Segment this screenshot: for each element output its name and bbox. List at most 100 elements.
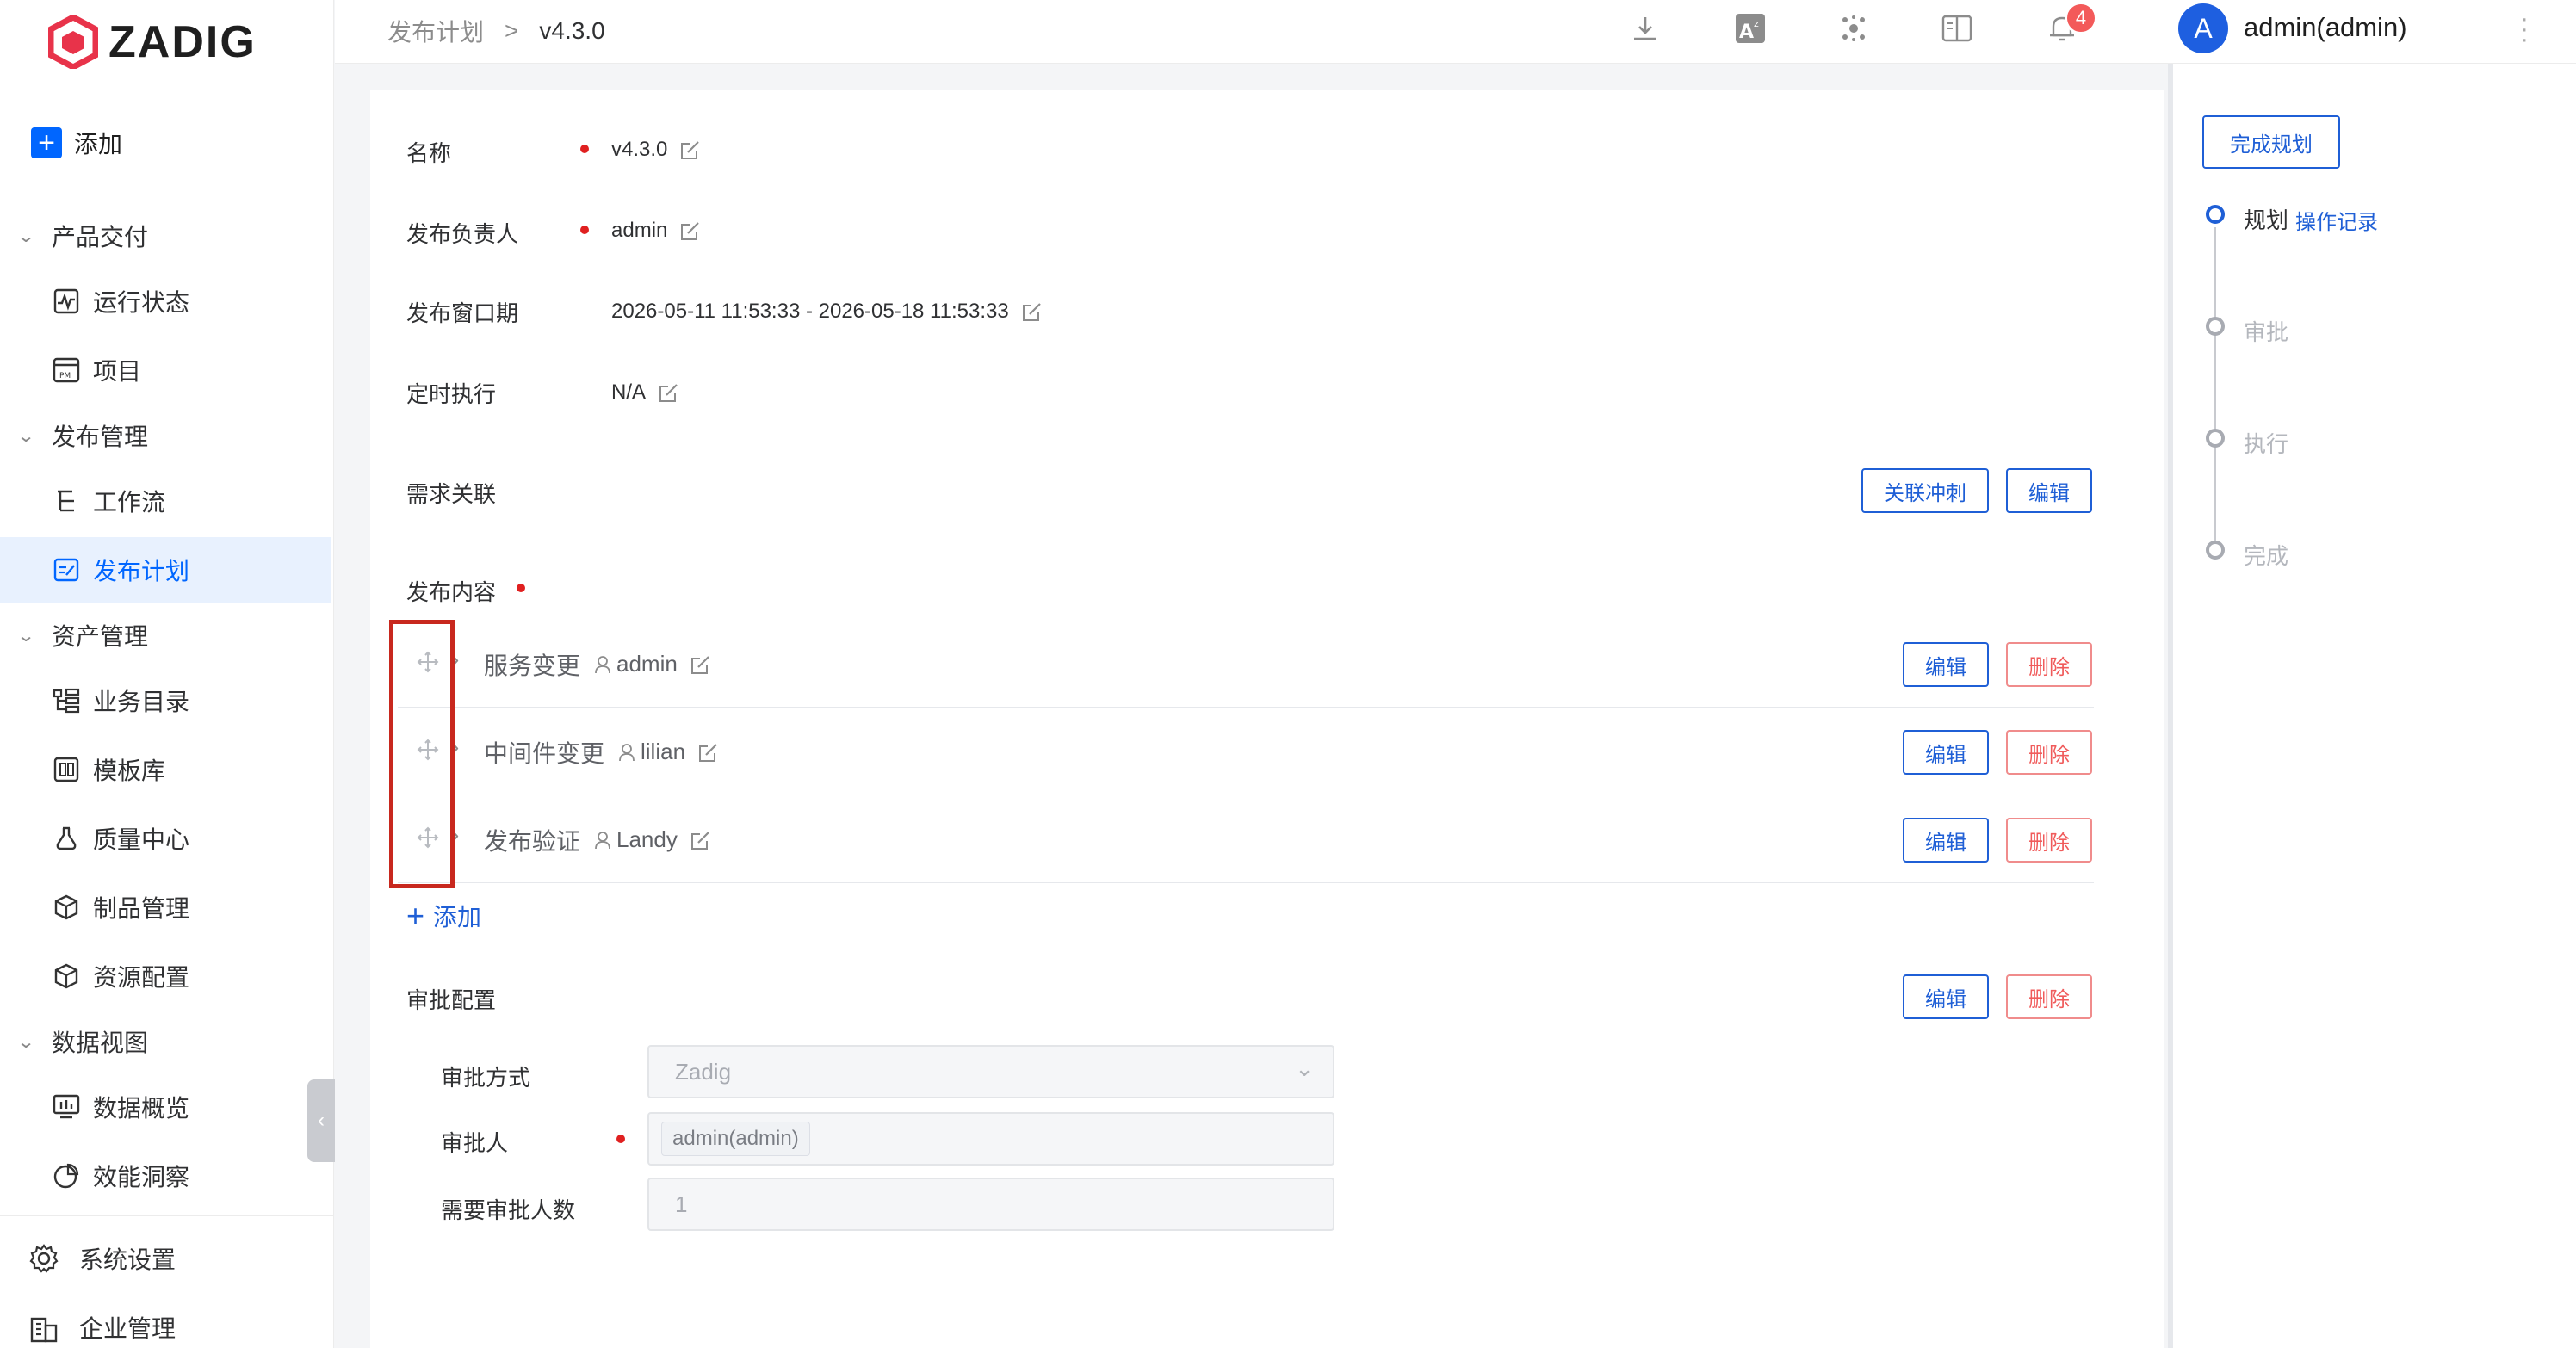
sidebar-item-label: 资源配置: [93, 964, 190, 991]
owner-label: 发布负责人: [406, 221, 519, 247]
nav-group-label: 资产管理: [52, 623, 149, 650]
name-value-row: v4.3.0: [611, 138, 702, 162]
username[interactable]: admin(admin): [2244, 12, 2407, 43]
sidebar-item-project[interactable]: PM 项目: [0, 337, 331, 403]
sidebar-item-artifact-management[interactable]: 制品管理: [0, 875, 331, 940]
nav-group-release-management[interactable]: ⌄ 发布管理: [0, 410, 334, 461]
user-icon: [595, 831, 610, 849]
owner-value-row: admin: [611, 219, 702, 243]
content-title: 中间件变更: [484, 740, 605, 767]
step-label-complete: 完成: [2244, 543, 2289, 569]
chevron-down-icon: ⌄: [1295, 1055, 1314, 1081]
nav-group-product-delivery[interactable]: ⌄ 产品交付: [0, 210, 334, 262]
owner-name: Landy: [616, 826, 678, 852]
docs-book-icon[interactable]: [1939, 10, 1975, 46]
delete-content-button[interactable]: 删除: [2006, 642, 2092, 687]
chevron-down-icon: ⌄: [16, 626, 36, 646]
chevron-down-icon: ⌄: [16, 226, 36, 246]
content-row: › 中间件变更 lilian: [398, 708, 2094, 795]
logo-text: ZADIG: [108, 17, 257, 67]
chevron-down-icon: ⌄: [16, 426, 36, 446]
content-owner: Landy: [594, 826, 712, 853]
edit-content-button[interactable]: 编辑: [1903, 642, 1989, 687]
approver-tag: admin(admin): [661, 1122, 810, 1156]
edit-approval-button[interactable]: 编辑: [1903, 974, 1989, 1019]
add-content-button[interactable]: + 添加: [406, 899, 481, 933]
required-approvers-input[interactable]: 1: [647, 1178, 1334, 1231]
svg-text:PM: PM: [59, 372, 71, 380]
plus-icon: +: [406, 898, 425, 933]
approval-method-label: 审批方式: [441, 1065, 531, 1091]
edit-icon[interactable]: [658, 381, 680, 404]
sidebar-item-label: 数据概览: [93, 1095, 190, 1122]
sidebar-item-enterprise-management[interactable]: 企业管理: [0, 1295, 334, 1348]
edit-icon[interactable]: [697, 741, 720, 764]
edit-icon[interactable]: [1021, 300, 1043, 323]
more-menu-icon[interactable]: · · ·: [2519, 6, 2530, 53]
requirement-label: 需求关联: [406, 481, 497, 507]
sidebar-item-template-library[interactable]: 模板库: [0, 737, 331, 802]
nav-group-data-view[interactable]: ⌄ 数据视图: [0, 1016, 334, 1067]
download-icon[interactable]: [1627, 10, 1663, 46]
pm-icon: PM: [52, 356, 81, 385]
nav-group-asset-management[interactable]: ⌄ 资产管理: [0, 609, 334, 661]
content-title: 发布验证: [484, 828, 581, 855]
dashboard-icon: [52, 1092, 81, 1122]
step-dot-plan: [2206, 205, 2225, 224]
edit-icon[interactable]: [690, 829, 712, 851]
drag-handles-highlight-box: [389, 620, 455, 888]
sidebar-item-label: 制品管理: [93, 895, 190, 922]
zadig-logo[interactable]: ZADIG: [48, 15, 257, 69]
sidebar-collapse-toggle[interactable]: ‹: [307, 1079, 335, 1162]
nav-group-label: 发布管理: [52, 424, 149, 450]
finish-planning-button[interactable]: 完成规划: [2202, 115, 2340, 169]
step-dot-execute: [2206, 429, 2225, 448]
release-window-value: 2026-05-11 11:53:33 - 2026-05-18 11:53:3…: [611, 300, 1009, 323]
sidebar-item-label: 工作流: [93, 489, 166, 516]
edit-content-button[interactable]: 编辑: [1903, 818, 1989, 863]
delete-approval-button[interactable]: 删除: [2006, 974, 2092, 1019]
schedule-row: N/A: [611, 380, 680, 405]
sidebar-item-release-plan[interactable]: 发布计划: [0, 537, 331, 603]
delete-content-button[interactable]: 删除: [2006, 818, 2092, 863]
schedule-label: 定时执行: [406, 381, 497, 407]
delete-content-button[interactable]: 删除: [2006, 730, 2092, 775]
add-button[interactable]: + 添加: [31, 126, 122, 160]
sidebar-item-label: 质量中心: [93, 826, 190, 853]
steps-connector: [2214, 227, 2216, 551]
release-content-label: 发布内容: [406, 579, 497, 605]
sidebar-item-runtime-status[interactable]: 运行状态: [0, 269, 331, 334]
sidebar-item-service-catalog[interactable]: 业务目录: [0, 668, 331, 733]
catalog-icon: [52, 686, 81, 715]
sidebar-item-label: 效能洞察: [93, 1164, 190, 1190]
operation-log-link[interactable]: 操作记录: [2295, 205, 2378, 235]
resource-icon: [52, 962, 81, 991]
avatar[interactable]: A: [2178, 3, 2228, 53]
sidebar-item-label: 系统设置: [79, 1246, 176, 1273]
sidebar-item-efficiency-insight[interactable]: 效能洞察: [0, 1143, 331, 1209]
step-label-approval: 审批: [2244, 319, 2289, 345]
sidebar-item-system-settings[interactable]: 系统设置: [0, 1226, 334, 1291]
user-icon: [619, 743, 635, 761]
name-value: v4.3.0: [611, 138, 668, 161]
edit-icon[interactable]: [679, 220, 702, 242]
sidebar-item-quality-center[interactable]: 质量中心: [0, 806, 331, 871]
sidebar-item-label: 企业管理: [79, 1315, 176, 1342]
svg-text:z: z: [1754, 18, 1759, 29]
sidebar-item-workflow[interactable]: 工作流: [0, 468, 331, 534]
nav-group-label: 产品交付: [52, 224, 149, 250]
approval-method-select[interactable]: Zadig ⌄: [647, 1045, 1334, 1098]
edit-requirement-button[interactable]: 编辑: [2006, 468, 2092, 513]
edit-content-button[interactable]: 编辑: [1903, 730, 1989, 775]
approver-select[interactable]: admin(admin): [647, 1112, 1334, 1166]
translate-icon[interactable]: Az: [1732, 10, 1768, 46]
edit-icon[interactable]: [679, 139, 702, 161]
steps-panel: [2168, 64, 2576, 1348]
breadcrumb-parent[interactable]: 发布计划: [387, 14, 484, 48]
edit-icon[interactable]: [690, 653, 712, 676]
required-marker: [616, 1135, 625, 1143]
link-sprint-button[interactable]: 关联冲刺: [1861, 468, 1989, 513]
apps-dots-icon[interactable]: [1836, 10, 1872, 46]
sidebar-item-resource-config[interactable]: 资源配置: [0, 943, 331, 1009]
sidebar-item-data-overview[interactable]: 数据概览: [0, 1074, 307, 1140]
